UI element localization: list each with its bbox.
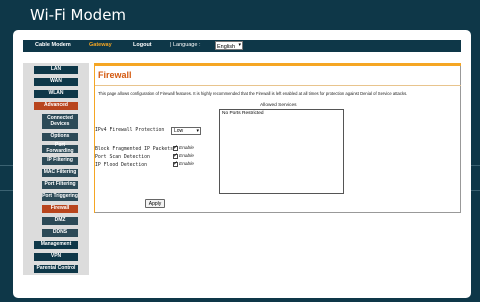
nav-logout[interactable]: Logout <box>133 42 152 48</box>
ipv4-firewall-select[interactable]: Low ▾ <box>171 127 201 135</box>
sidebar-item-wlan[interactable]: WLAN <box>34 90 78 98</box>
ipv4-firewall-value: Low <box>174 128 184 134</box>
page-description: This page allows configuration of Firewa… <box>98 91 408 96</box>
sidebar-item-port-triggering[interactable]: Port Triggering <box>42 193 78 201</box>
sidebar-item-ip-filtering[interactable]: IP Filtering <box>42 157 78 165</box>
sidebar-item-management[interactable]: Management <box>34 241 78 249</box>
block-fragmented-label: Block Fragmented IP Packets <box>95 147 173 152</box>
checkbox-checked-icon <box>173 152 178 159</box>
sidebar-item-lan[interactable]: LAN <box>34 66 78 74</box>
sidebar-item-port-forwarding[interactable]: Port Forwarding <box>42 142 78 154</box>
sidebar-item-port-filtering[interactable]: Port Filtering <box>42 181 78 189</box>
language-select[interactable]: English ▾ <box>215 41 243 50</box>
sidebar-item-vpn[interactable]: VPN <box>34 253 78 261</box>
chevron-down-icon: ▾ <box>238 42 241 48</box>
content-frame: Cable Modem Gateway Logout | Language : … <box>13 30 471 298</box>
allowed-services-label: Allowed Services <box>260 103 297 108</box>
ip-flood-label: IP Flood Detection <box>95 163 147 168</box>
app-title: Wi-Fi Modem <box>30 6 127 24</box>
ip-flood-checkbox[interactable]: Enable <box>173 160 194 167</box>
checkbox-checked-icon <box>173 144 178 151</box>
allowed-services-list[interactable]: No Ports Restricted <box>219 109 344 194</box>
sidebar-item-ddns[interactable]: DDNS <box>42 229 78 237</box>
sidebar-item-connected-devices[interactable]: Connected Devices <box>42 114 78 129</box>
chevron-down-icon: ▾ <box>196 128 199 134</box>
nav-cable-modem[interactable]: Cable Modem <box>35 42 71 48</box>
sidebar-item-advanced[interactable]: Advanced <box>34 102 78 110</box>
port-scan-label: Port Scan Detection <box>95 155 150 160</box>
sidebar-item-options[interactable]: Options <box>42 133 78 141</box>
list-item[interactable]: No Ports Restricted <box>222 111 264 116</box>
port-scan-checkbox[interactable]: Enable <box>173 152 194 159</box>
sidebar-item-dmz[interactable]: DMZ <box>42 217 78 225</box>
language-label: | Language : <box>170 42 201 48</box>
sidebar-item-mac-filtering[interactable]: MAC Filtering <box>42 169 78 177</box>
sidebar-item-wan[interactable]: WAN <box>34 78 78 86</box>
enable-label: Enable <box>179 146 194 151</box>
checkbox-checked-icon <box>173 160 178 167</box>
enable-label: Enable <box>179 162 194 167</box>
apply-button[interactable]: Apply <box>145 199 165 208</box>
top-navigation: Cable Modem Gateway Logout | Language : … <box>23 40 461 52</box>
sidebar-item-firewall[interactable]: Firewall <box>42 205 78 213</box>
sidebar: LAN WAN WLAN Advanced Connected Devices … <box>23 63 89 275</box>
accent-bar <box>94 63 461 66</box>
block-fragmented-checkbox[interactable]: Enable <box>173 144 194 151</box>
page-title: Firewall <box>98 70 132 80</box>
enable-label: Enable <box>179 154 194 159</box>
ipv4-firewall-label: IPv4 Firewall Protection <box>95 128 165 133</box>
title-divider <box>95 85 461 86</box>
language-value: English <box>217 44 236 50</box>
nav-gateway[interactable]: Gateway <box>89 42 112 48</box>
sidebar-item-parental-control[interactable]: Parental Control <box>34 265 78 273</box>
